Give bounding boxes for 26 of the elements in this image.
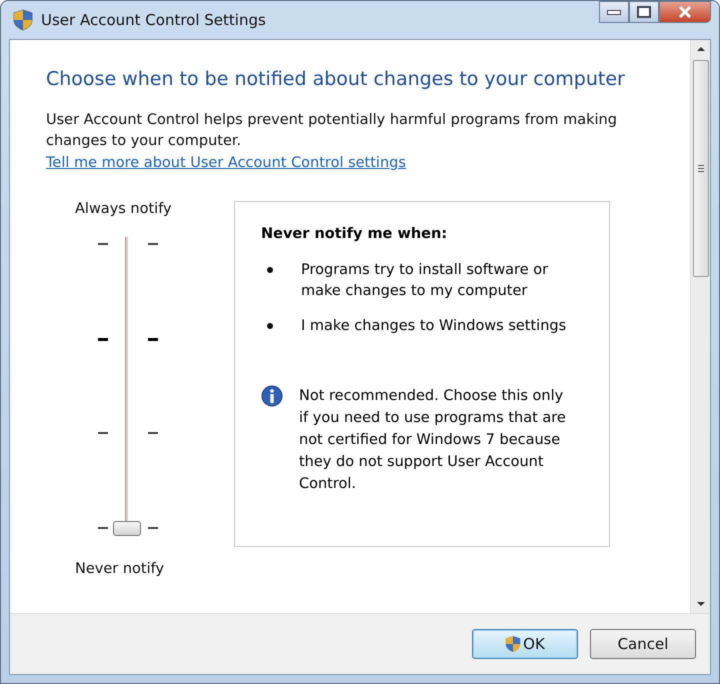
maximize-button[interactable] <box>629 1 659 23</box>
shield-icon <box>13 9 33 31</box>
page-heading: Choose when to be notified about changes to your computer <box>46 68 626 90</box>
panel-title: Never notify me when: <box>261 226 448 242</box>
ok-button[interactable]: OK <box>472 629 578 659</box>
scrollbar[interactable] <box>690 40 710 613</box>
bullet-text: I make changes to Windows settings <box>301 317 568 336</box>
description-text: User Account Control helps prevent potentially harmful programs from making changes to your computer. <box>46 111 618 151</box>
close-icon <box>678 6 692 18</box>
bullet-icon <box>267 267 273 273</box>
window-title: User Account Control Settings <box>41 11 266 29</box>
slider-top-label: Always notify <box>75 201 172 217</box>
bullet-icon <box>267 323 273 329</box>
minimize-button[interactable] <box>599 1 629 23</box>
slider-bottom-label: Never notify <box>75 561 164 577</box>
note-text: Not recommended. Choose this only if you need to use programs that are not certified for Windows 7 because they do not support User Account Control. <box>299 387 567 494</box>
scroll-up-icon[interactable] <box>696 46 704 52</box>
slider-thumb[interactable] <box>113 521 141 536</box>
bullet-text: Programs try to install software or make changes to my computer <box>301 261 550 301</box>
scrollbar-thumb[interactable] <box>692 60 708 277</box>
cancel-button[interactable]: Cancel <box>590 629 696 659</box>
shield-icon <box>505 635 522 653</box>
scroll-down-icon[interactable] <box>696 601 704 607</box>
info-icon <box>261 385 283 407</box>
close-button[interactable] <box>659 1 711 23</box>
help-link[interactable]: Tell me more about User Account Control settings <box>46 155 406 171</box>
